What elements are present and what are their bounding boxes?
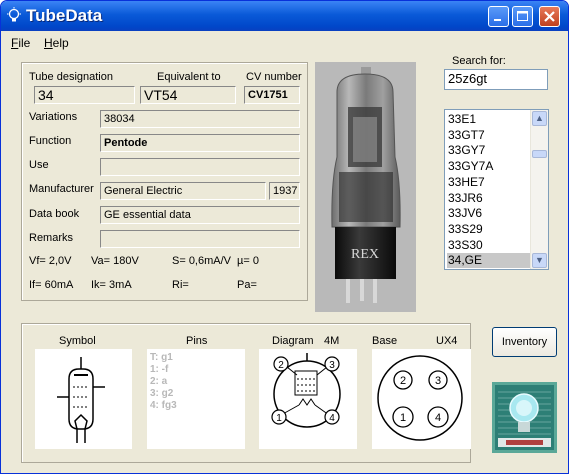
scroll-up-button[interactable]: ▲ bbox=[532, 111, 547, 126]
close-button[interactable] bbox=[539, 6, 560, 27]
variations-field[interactable]: 38034 bbox=[100, 110, 300, 128]
app-window: TubeData File Help Tube designation Equi… bbox=[0, 0, 569, 474]
diagram-code: 4M bbox=[324, 335, 340, 347]
equivalent-field[interactable]: VT54 bbox=[140, 86, 236, 104]
pin-entry: 2: a bbox=[150, 376, 168, 387]
ri-value: Ri= bbox=[172, 279, 189, 291]
manufacturer-field[interactable]: General Electric bbox=[100, 182, 266, 200]
minimize-button[interactable] bbox=[488, 6, 509, 27]
diagram-label: Diagram bbox=[272, 335, 314, 347]
function-field[interactable]: Pentode bbox=[100, 134, 300, 152]
pins-list: T: g1 1: -f 2: a 3: g2 4: fg3 bbox=[150, 352, 177, 412]
va-value: Va= 180V bbox=[91, 255, 139, 267]
pin-entry: 1: -f bbox=[150, 364, 169, 375]
window-title: TubeData bbox=[26, 6, 103, 25]
search-label: Search for: bbox=[452, 55, 506, 67]
databook-field[interactable]: GE essential data bbox=[100, 206, 300, 224]
diagram-pin-4: 4 bbox=[329, 413, 335, 424]
base-pin-2: 2 bbox=[400, 375, 406, 387]
diagram-pin-2: 2 bbox=[278, 360, 284, 371]
base-diagram: 2 3 1 4 bbox=[377, 355, 463, 441]
title-bar[interactable]: TubeData bbox=[1, 1, 568, 31]
chevron-down-icon: ▼ bbox=[535, 255, 544, 265]
tube-listbox[interactable]: 33E1 33GT7 33GY7 33GY7A 33HE7 33JR6 33JV6 33S29… bbox=[444, 109, 549, 270]
tube-photo: REX bbox=[315, 62, 416, 312]
base-pin-1: 1 bbox=[400, 412, 406, 424]
pins-label: Pins bbox=[186, 335, 208, 347]
base-code: UX4 bbox=[436, 335, 458, 347]
equivalent-label: Equivalent to bbox=[157, 71, 221, 83]
ik-value: Ik= 3mA bbox=[91, 279, 132, 291]
pa-value: Pa= bbox=[237, 279, 257, 291]
variations-label: Variations bbox=[29, 111, 78, 123]
scroll-thumb[interactable] bbox=[532, 150, 547, 158]
use-label: Use bbox=[29, 159, 49, 171]
cv-number-label: CV number bbox=[246, 71, 302, 83]
symbol-label: Symbol bbox=[59, 335, 96, 347]
pin-entry: 4: fg3 bbox=[150, 400, 177, 411]
diagram-pin-3: 3 bbox=[329, 360, 335, 371]
pin-entry: T: g1 bbox=[150, 352, 173, 363]
close-icon bbox=[544, 11, 555, 22]
databook-label: Data book bbox=[29, 208, 80, 220]
base-label: Base bbox=[372, 335, 398, 347]
tube-designation-label: Tube designation bbox=[29, 71, 113, 83]
pins-box: T: g1 1: -f 2: a 3: g2 4: fg3 bbox=[147, 349, 245, 449]
menu-help[interactable]: Help bbox=[44, 36, 69, 50]
use-field[interactable] bbox=[100, 158, 300, 176]
remarks-label: Remarks bbox=[29, 232, 74, 244]
cv-number-field[interactable]: CV1751 bbox=[244, 86, 300, 104]
menu-help-label: elp bbox=[52, 36, 69, 50]
base-pin-3: 3 bbox=[435, 375, 441, 387]
light-bulb-icon bbox=[7, 7, 21, 22]
diagram-pin-1: 1 bbox=[276, 413, 282, 424]
year-field[interactable]: 1937 bbox=[269, 182, 300, 200]
chevron-up-icon: ▲ bbox=[535, 113, 544, 123]
maximize-button[interactable] bbox=[512, 6, 533, 27]
pin-entry: 3: g2 bbox=[150, 388, 174, 399]
base-box: 2 3 1 4 bbox=[372, 349, 471, 449]
inventory-button[interactable]: Inventory bbox=[492, 327, 557, 357]
minimize-icon bbox=[494, 19, 501, 21]
menu-file[interactable]: File bbox=[11, 36, 30, 50]
list-scrollbar[interactable]: ▲ ▼ bbox=[530, 110, 548, 269]
menu-file-label: ile bbox=[18, 36, 31, 50]
photo-brand-text: REX bbox=[351, 247, 379, 262]
pin-diagram: 2 3 1 4 bbox=[271, 353, 341, 428]
s-value: S= 0,6mA/V bbox=[172, 255, 232, 267]
scroll-down-button[interactable]: ▼ bbox=[532, 253, 547, 268]
function-label: Function bbox=[29, 135, 72, 147]
if-value: If= 60mA bbox=[29, 279, 74, 291]
tubedata-logo bbox=[492, 382, 557, 453]
symbol-box bbox=[35, 349, 132, 449]
vf-value: Vf= 2,0V bbox=[29, 255, 72, 267]
manufacturer-label: Manufacturer bbox=[29, 183, 94, 195]
search-input[interactable]: 25z6gt bbox=[444, 69, 548, 90]
diagram-box: 2 3 1 4 bbox=[259, 349, 357, 449]
pentode-symbol bbox=[57, 357, 105, 443]
tube-designation-field[interactable]: 34 bbox=[34, 86, 135, 104]
base-pin-4: 4 bbox=[435, 412, 441, 424]
remarks-field[interactable] bbox=[100, 230, 300, 248]
mu-value: µ= 0 bbox=[237, 255, 259, 267]
maximize-icon bbox=[517, 11, 528, 21]
menu-bar: File Help bbox=[1, 33, 568, 52]
